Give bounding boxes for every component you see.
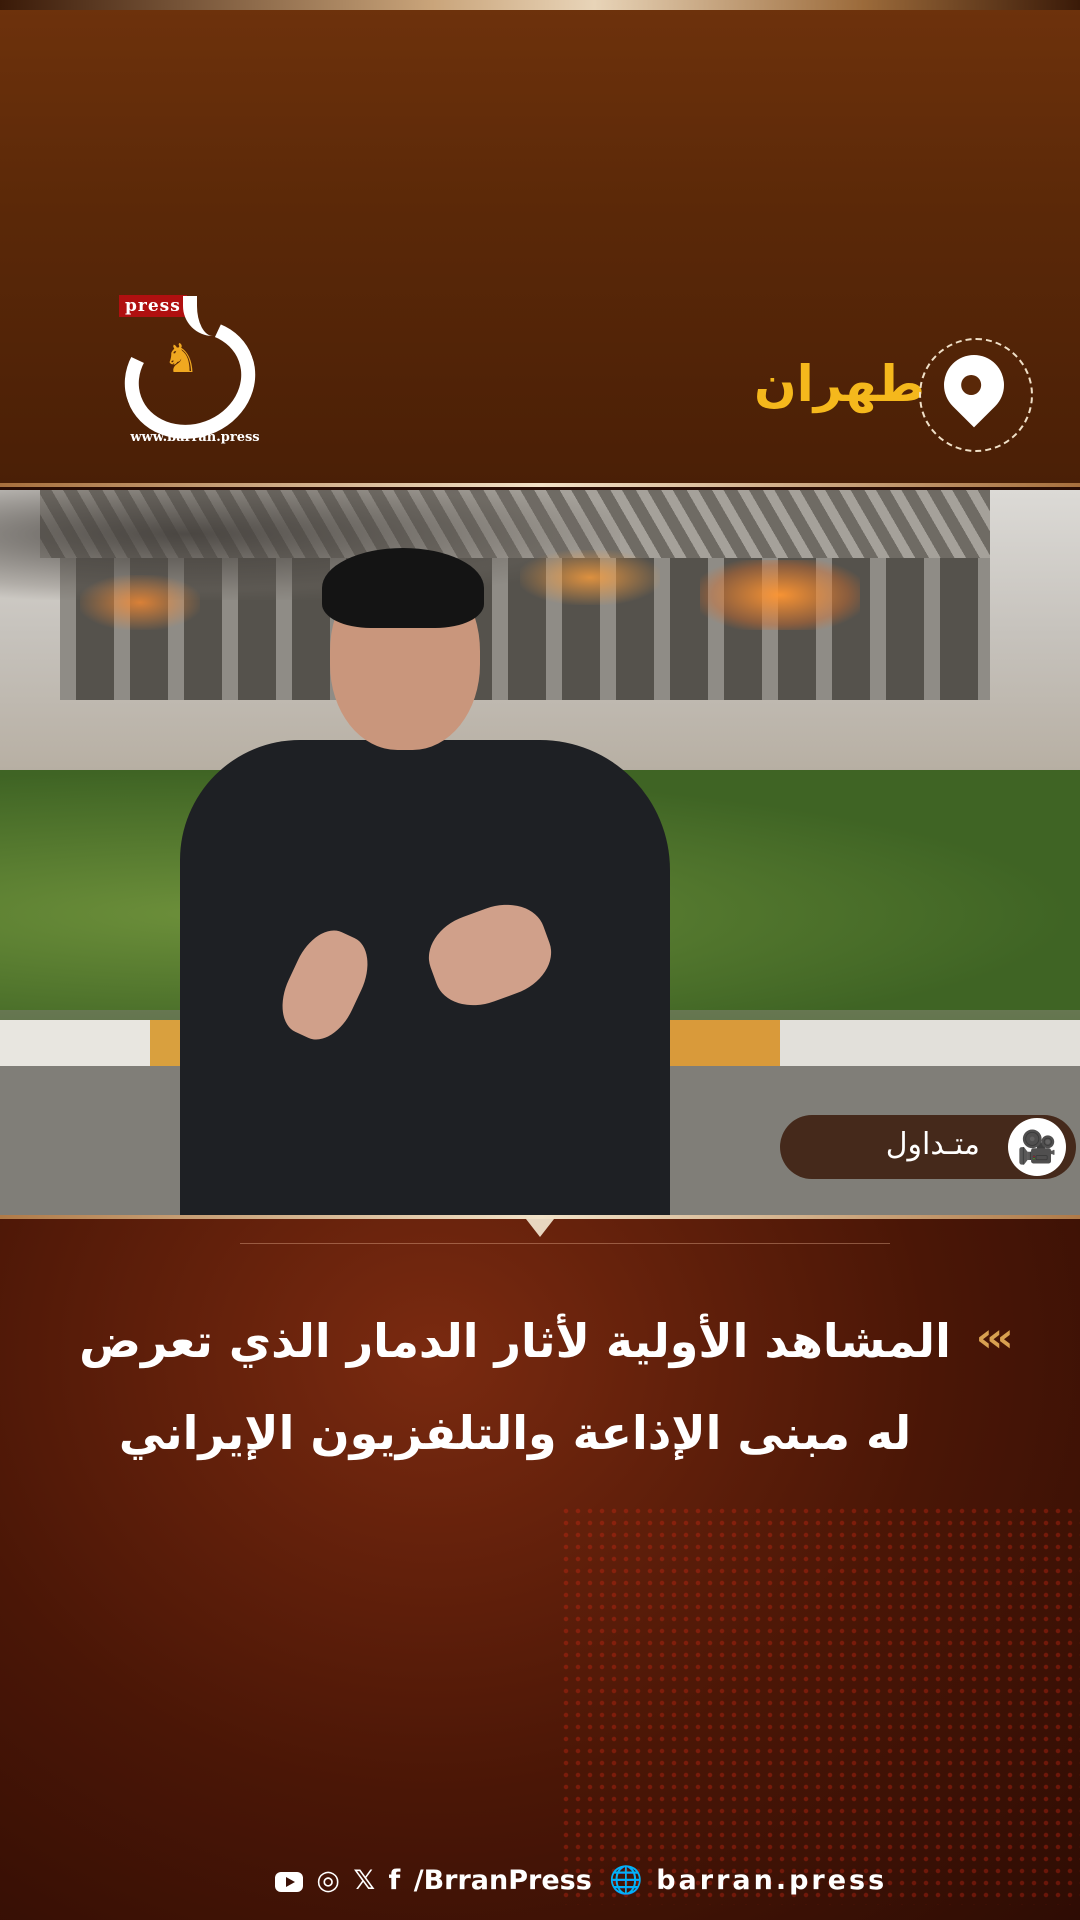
youtube-icon[interactable] xyxy=(275,1871,303,1892)
headline: المشاهد الأولية لأثار الدمار الذي تعرض ل… xyxy=(50,1295,980,1479)
headline-line-1: المشاهد الأولية لأثار الدمار الذي تعرض xyxy=(79,1314,951,1368)
caption-panel: ‹‹‹ المشاهد الأولية لأثار الدمار الذي تع… xyxy=(0,1215,1080,1920)
reporter-hair xyxy=(322,548,484,628)
logo-url: www.barran.press xyxy=(130,430,260,445)
reporter-body xyxy=(180,740,670,1215)
video-camera-icon: 🎥 xyxy=(1008,1118,1066,1176)
divider xyxy=(240,1243,890,1244)
logo-press-tag: press xyxy=(119,295,187,317)
location-label: طهران xyxy=(753,355,925,413)
fire-glow xyxy=(520,550,660,605)
x-icon[interactable]: 𝕏 xyxy=(353,1865,375,1896)
facebook-icon[interactable]: f xyxy=(389,1865,401,1896)
instagram-icon[interactable]: ◎ xyxy=(316,1865,340,1896)
website-link[interactable]: barran.press xyxy=(656,1865,887,1896)
trending-label: متـداول xyxy=(885,1127,980,1162)
down-arrow-icon xyxy=(526,1219,554,1237)
headline-line-2: له مبنى الإذاعة والتلفزيون الإيراني xyxy=(118,1406,912,1460)
header-banner: press ♞ www.barran.press طهران xyxy=(0,0,1080,487)
social-footer: ◎ 𝕏 f /BrranPress 🌐 barran.press xyxy=(275,1864,887,1904)
fire-glow xyxy=(80,575,200,630)
dotted-map-decoration xyxy=(560,1505,1080,1905)
video-frame[interactable]: متـداول 🎥 xyxy=(0,490,1080,1215)
logo-rooster-icon: ♞ xyxy=(163,336,199,382)
social-handle: /BrranPress xyxy=(413,1865,592,1896)
fire-glow xyxy=(700,560,860,630)
trending-badge: متـداول 🎥 xyxy=(780,1115,1076,1179)
globe-icon[interactable]: 🌐 xyxy=(609,1864,643,1896)
chevrons-icon: ‹‹‹ xyxy=(976,1315,1014,1361)
